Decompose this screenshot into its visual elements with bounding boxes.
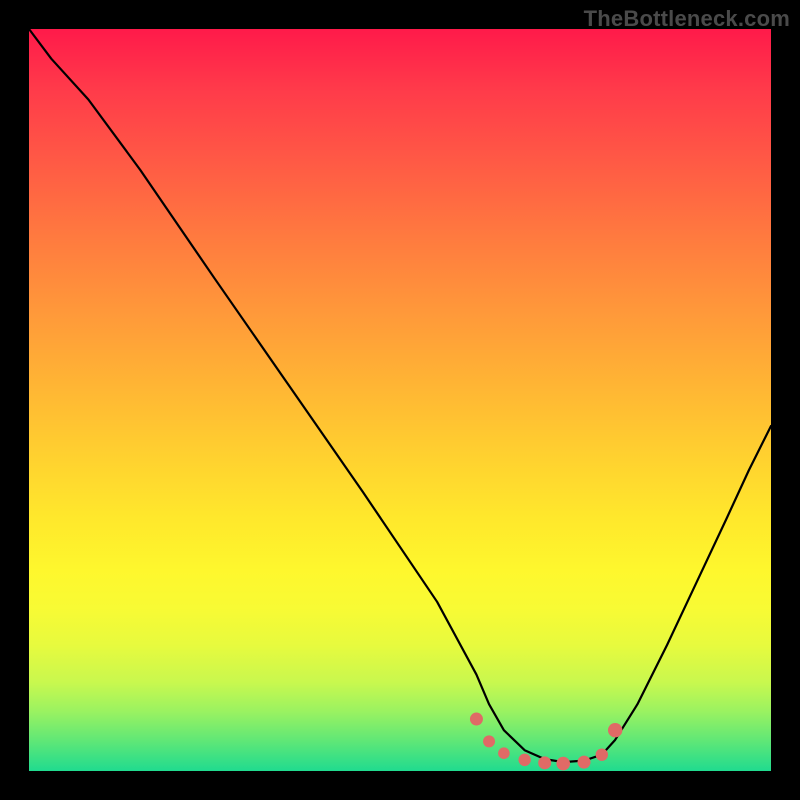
- plot-area: [29, 29, 771, 771]
- valley-dot: [608, 723, 622, 737]
- watermark-text: TheBottleneck.com: [584, 6, 790, 32]
- valley-dot: [483, 735, 495, 747]
- valley-dot: [518, 754, 530, 766]
- valley-dot: [470, 713, 483, 726]
- bottleneck-curve: [29, 29, 771, 762]
- dot-group: [470, 713, 622, 771]
- valley-dot: [556, 757, 570, 771]
- chart-frame: TheBottleneck.com: [0, 0, 800, 800]
- valley-dot: [578, 756, 591, 769]
- curve-svg: [29, 29, 771, 771]
- valley-dot: [596, 748, 608, 760]
- valley-dot: [538, 756, 551, 769]
- valley-dot: [498, 747, 510, 759]
